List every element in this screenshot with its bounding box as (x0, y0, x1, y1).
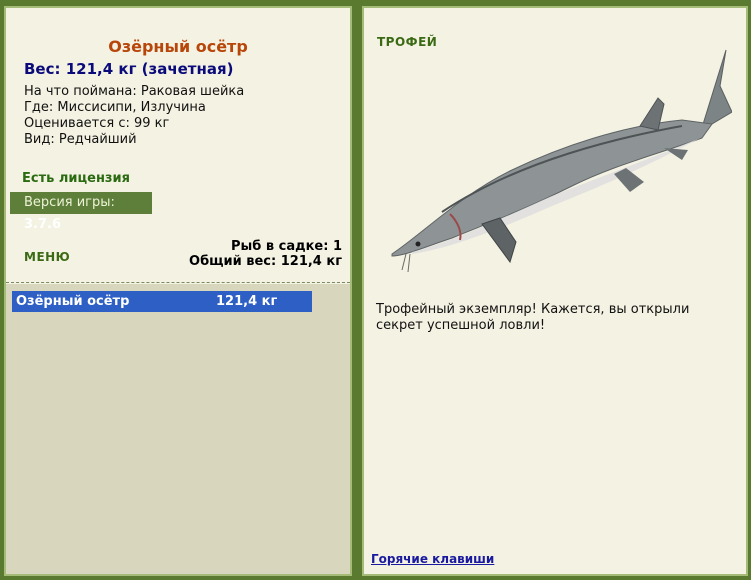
divider (6, 282, 350, 283)
version-label: Версия игры: (24, 195, 115, 210)
kind-info: Вид: Редчайший (24, 132, 137, 147)
list-item-weight: 121,4 кг (216, 294, 278, 309)
bait-info: На что поймана: Раковая шейка (24, 84, 245, 99)
list-item-name: Озёрный осётр (16, 294, 130, 309)
menu-button[interactable]: МЕНЮ (24, 250, 70, 264)
version-value: 3.7.6 (24, 217, 62, 232)
location-info: Где: Миссисипи, Излучина (24, 100, 206, 115)
keep-net-total: Общий вес: 121,4 кг (189, 254, 342, 269)
catch-list: Озёрный осётр 121,4 кг (6, 284, 350, 574)
version-bar: Версия игры: 3.7.6 (10, 192, 152, 232)
keep-net-stats: Рыб в садке: 1 Общий вес: 121,4 кг (189, 239, 342, 269)
keep-net-count: Рыб в садке: 1 (230, 239, 342, 254)
fish-title: Озёрный осётр (108, 37, 248, 56)
trophy-message: Трофейный экземпляр! Кажется, вы открыли… (376, 302, 690, 333)
trophy-panel: ТРОФЕЙ Трофейный экземпляр! Кажется, вы … (362, 6, 748, 576)
fish-weight: Вес: 121,4 кг (зачетная) (24, 60, 234, 78)
catch-info-panel: Озёрный осётр Вес: 121,4 кг (зачетная) Н… (4, 6, 352, 576)
license-status: Есть лицензия (22, 171, 130, 186)
list-item[interactable]: Озёрный осётр 121,4 кг (12, 291, 312, 312)
valued-info: Оценивается с: 99 кг (24, 116, 170, 131)
hotkeys-link[interactable]: Горячие клавиши (371, 552, 494, 566)
sturgeon-image (391, 49, 732, 273)
